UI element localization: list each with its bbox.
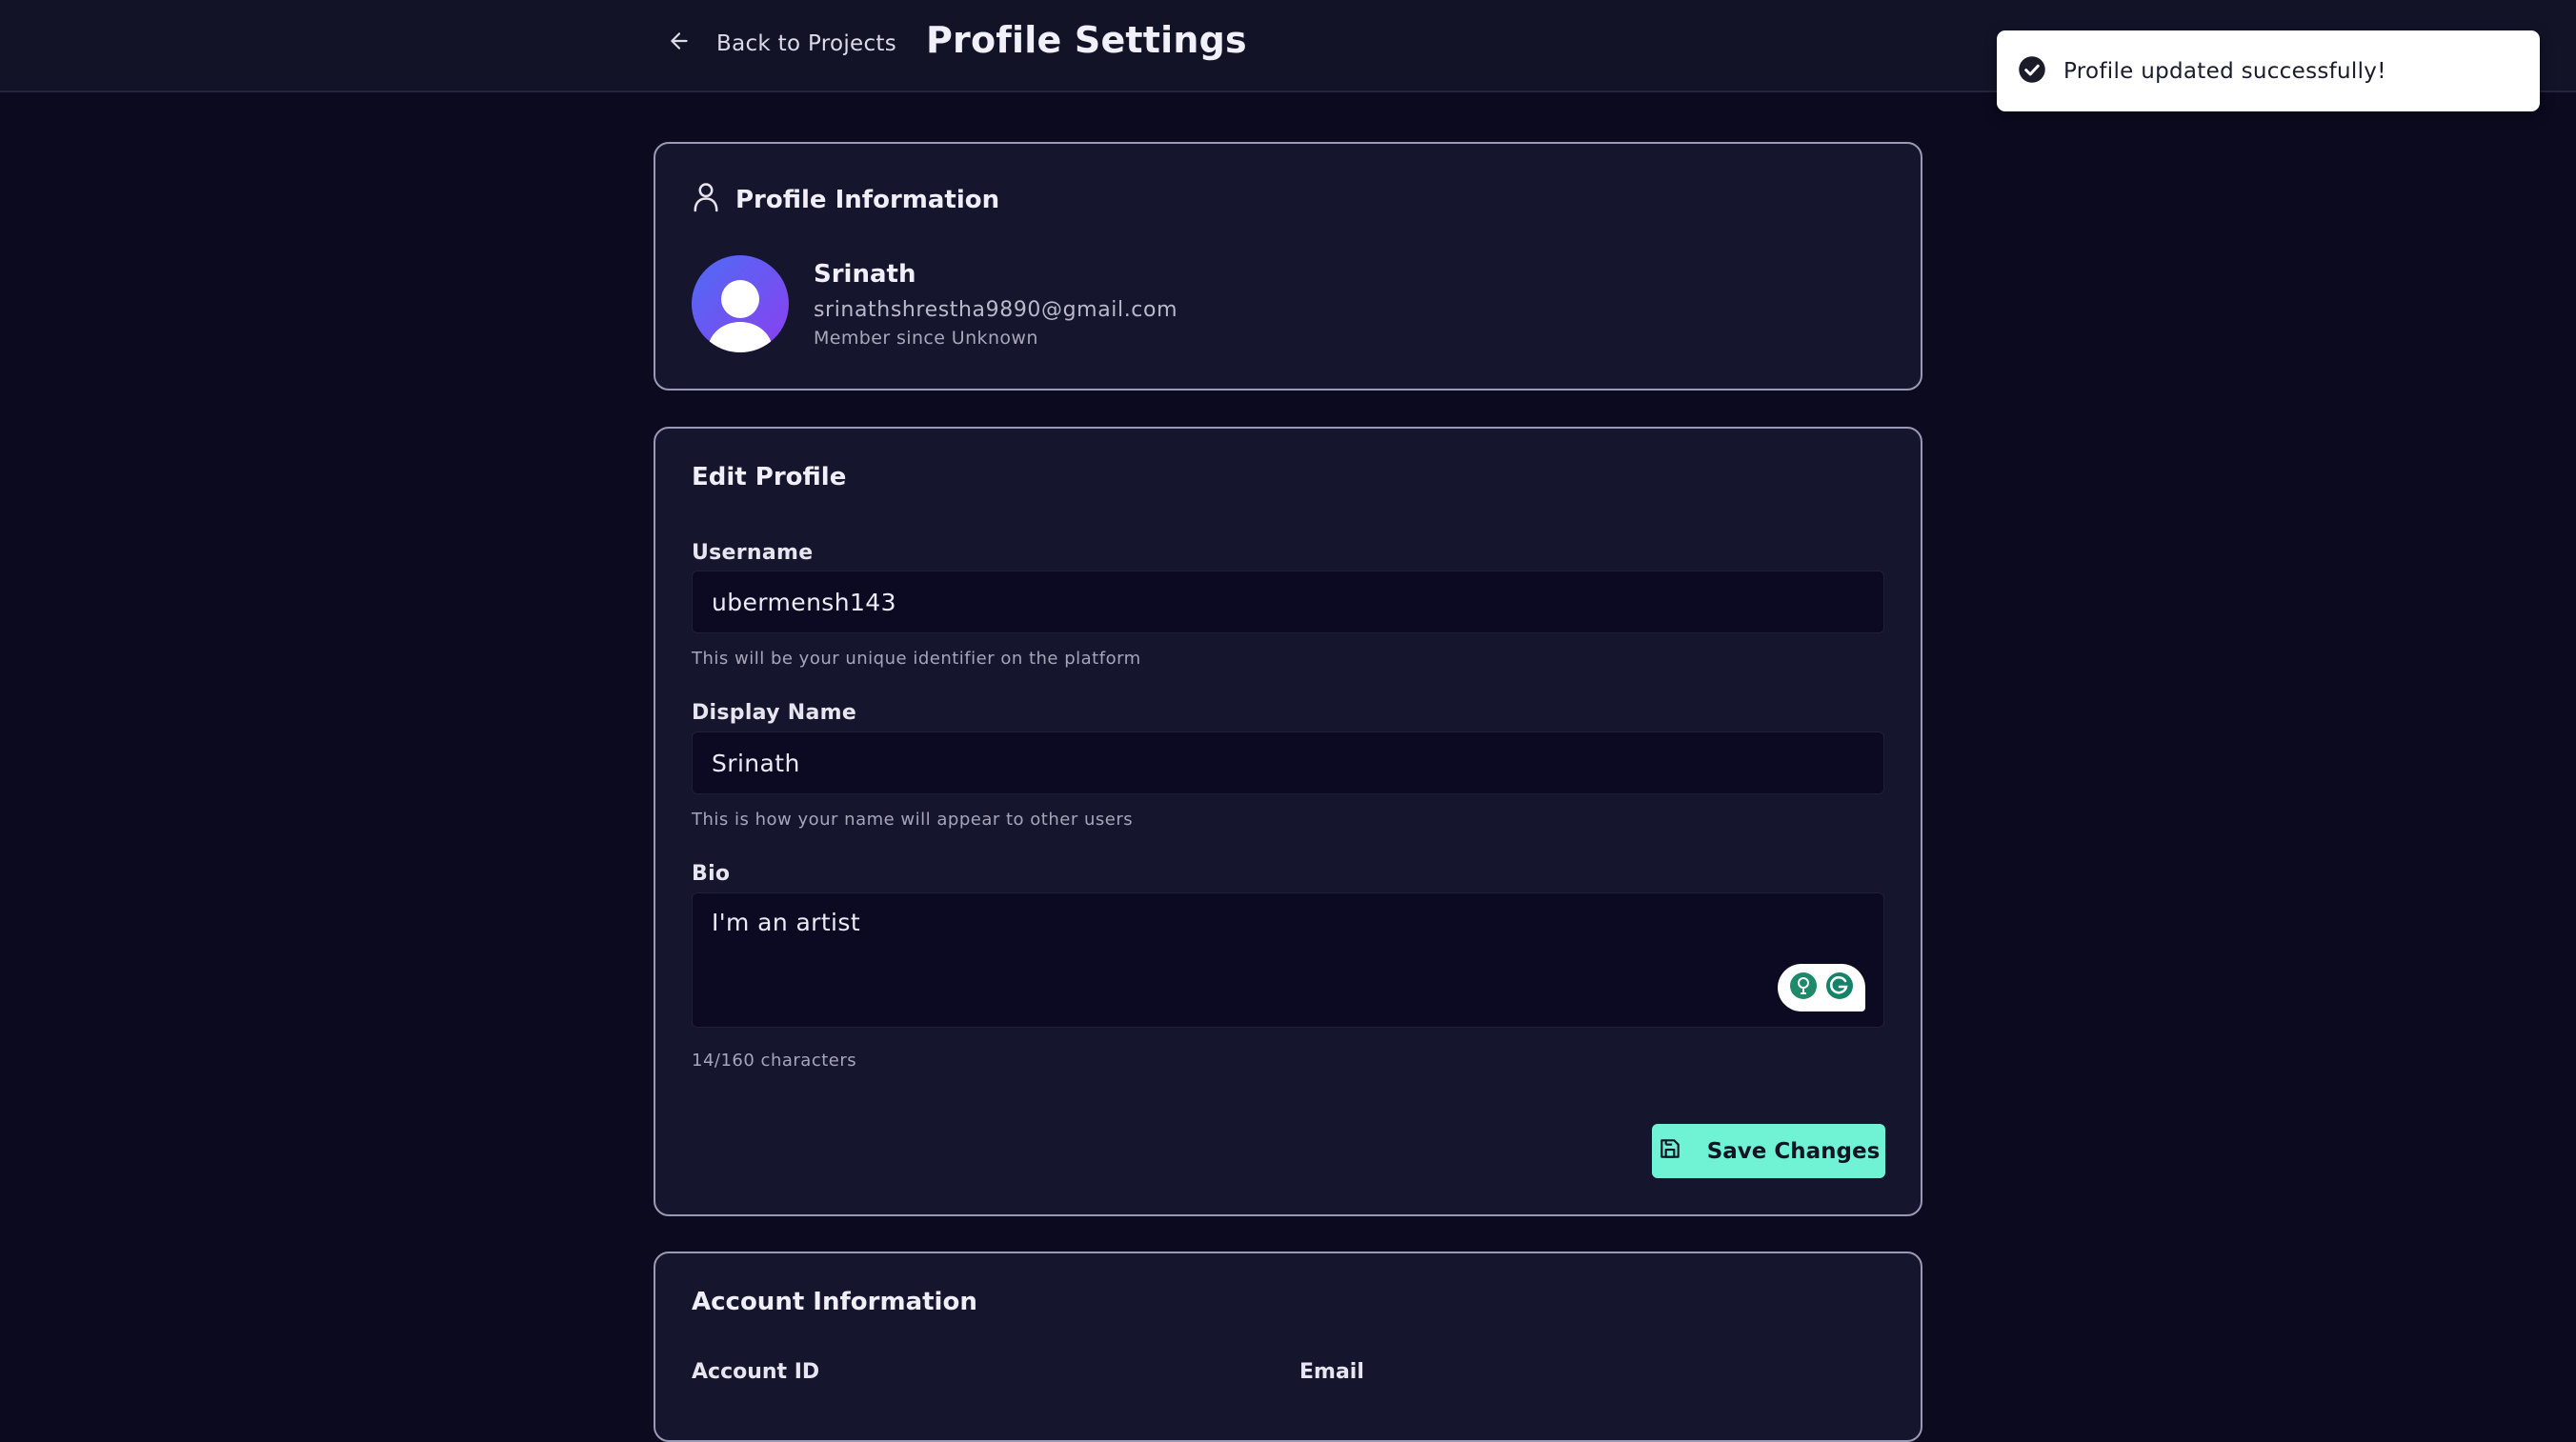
username-input[interactable] — [692, 571, 1884, 633]
bio-label: Bio — [692, 862, 731, 886]
grammar-assistant-badge[interactable] — [1778, 964, 1865, 1011]
bio-textarea[interactable]: I'm an artist — [692, 892, 1884, 1028]
lightbulb-icon — [1788, 971, 1819, 1005]
account-information-card: Account Information Account ID Email — [654, 1252, 1922, 1442]
profile-email: srinathshrestha9890@gmail.com — [814, 298, 1178, 322]
edit-profile-heading: Edit Profile — [692, 463, 847, 491]
profile-information-card: Profile Information Srinath srinathshres… — [654, 142, 1922, 391]
page-title: Profile Settings — [926, 19, 1247, 61]
avatar — [692, 255, 789, 352]
account-id-label: Account ID — [692, 1360, 820, 1384]
account-information-heading: Account Information — [692, 1288, 977, 1316]
profile-information-heading: Profile Information — [692, 180, 999, 219]
toast-message: Profile updated successfully! — [2063, 58, 2386, 84]
bio-char-count: 14/160 characters — [692, 1051, 857, 1071]
username-hint: This will be your unique identifier on t… — [692, 649, 1141, 669]
profile-name: Srinath — [814, 260, 916, 289]
display-name-input[interactable] — [692, 731, 1884, 794]
back-link-label: Back to Projects — [716, 31, 897, 56]
grammar-logo-icon — [1824, 971, 1855, 1005]
member-since: Member since Unknown — [814, 328, 1038, 349]
back-to-projects-link[interactable]: Back to Projects — [667, 25, 896, 63]
profile-information-title: Profile Information — [735, 185, 1000, 214]
success-toast: Profile updated successfully! — [1997, 30, 2540, 111]
arrow-left-icon — [667, 29, 692, 59]
username-label: Username — [692, 541, 814, 565]
account-email-label: Email — [1299, 1360, 1364, 1384]
avatar-body — [708, 322, 773, 352]
save-button-label: Save Changes — [1706, 1138, 1881, 1164]
display-name-label: Display Name — [692, 701, 857, 725]
save-icon — [1658, 1136, 1682, 1167]
user-icon — [692, 180, 720, 219]
save-changes-button[interactable]: Save Changes — [1652, 1124, 1885, 1178]
edit-profile-card: Edit Profile Username This will be your … — [654, 427, 1922, 1216]
check-circle-icon — [2018, 55, 2046, 88]
display-name-hint: This is how your name will appear to oth… — [692, 810, 1134, 830]
avatar-head — [721, 280, 759, 318]
